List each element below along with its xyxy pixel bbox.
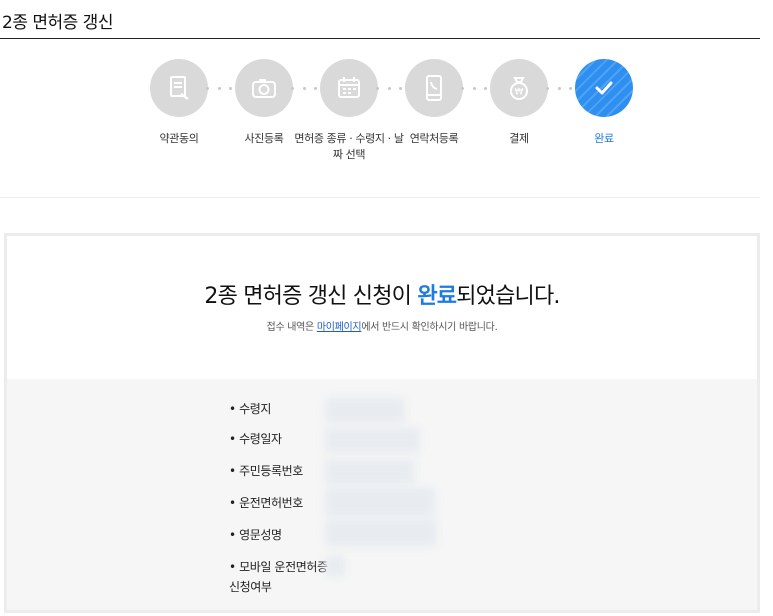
step-connector: [461, 83, 487, 93]
note-text-end: 에서 반드시 확인하시기 바랍니다.: [361, 322, 498, 333]
mypage-link[interactable]: 마이페이지: [317, 322, 362, 333]
completion-note: 접수 내역은 마이페이지에서 반드시 확인하시기 바랍니다.: [7, 318, 757, 333]
detail-label-pickup-place: • 수령지: [229, 402, 272, 416]
redacted-value: [325, 555, 345, 577]
detail-label-mobile-license: • 모바일 운전면허증 신청여부: [229, 560, 328, 594]
headline-accent: 완료: [417, 284, 457, 309]
step-connector: [376, 83, 402, 93]
document-icon: [150, 59, 208, 117]
note-text: 접수 내역은: [266, 322, 317, 333]
redacted-value: [325, 397, 405, 423]
step-connector: [291, 83, 317, 93]
headline-text: 2종 면허증 갱신 신청이: [204, 284, 418, 309]
detail-label-resident-number: • 주민등록번호: [229, 464, 303, 478]
progress-stepper: 약관동의 사진등록 면허증 종류 · 수령지 · 날짜 선택 연락처등록 ₩ 결…: [120, 59, 640, 179]
detail-label-pickup-date: • 수령일자: [229, 432, 282, 446]
detail-label-license-number: • 운전면허번호: [229, 496, 303, 510]
money-bag-icon: ₩: [490, 59, 548, 117]
step-connector: [206, 83, 232, 93]
page-title: 2종 면허증 갱신: [2, 13, 113, 33]
redacted-value: [325, 427, 420, 453]
title-divider: [0, 38, 760, 39]
step-connector: [546, 83, 572, 93]
detail-label-english-name: • 영문성명: [229, 528, 282, 542]
step-label: 완료: [594, 132, 614, 145]
redacted-value: [325, 459, 415, 485]
application-details: • 수령지 • 수령일자 • 주민등록번호 • 운전면허번호 • 영문성명 • …: [7, 379, 757, 610]
camera-icon: [235, 59, 293, 117]
svg-text:₩: ₩: [515, 88, 524, 98]
headline-text-end: 되었습니다.: [456, 284, 560, 309]
calendar-icon: [320, 59, 378, 117]
completion-panel: 2종 면허증 갱신 신청이 완료되었습니다. 접수 내역은 마이페이지에서 반드…: [4, 233, 760, 613]
section-divider: [0, 197, 760, 198]
check-icon: [575, 59, 633, 117]
phone-icon: [405, 59, 463, 117]
completion-headline: 2종 면허증 갱신 신청이 완료되었습니다.: [7, 278, 757, 310]
redacted-value: [325, 487, 435, 517]
redacted-value: [325, 519, 437, 547]
